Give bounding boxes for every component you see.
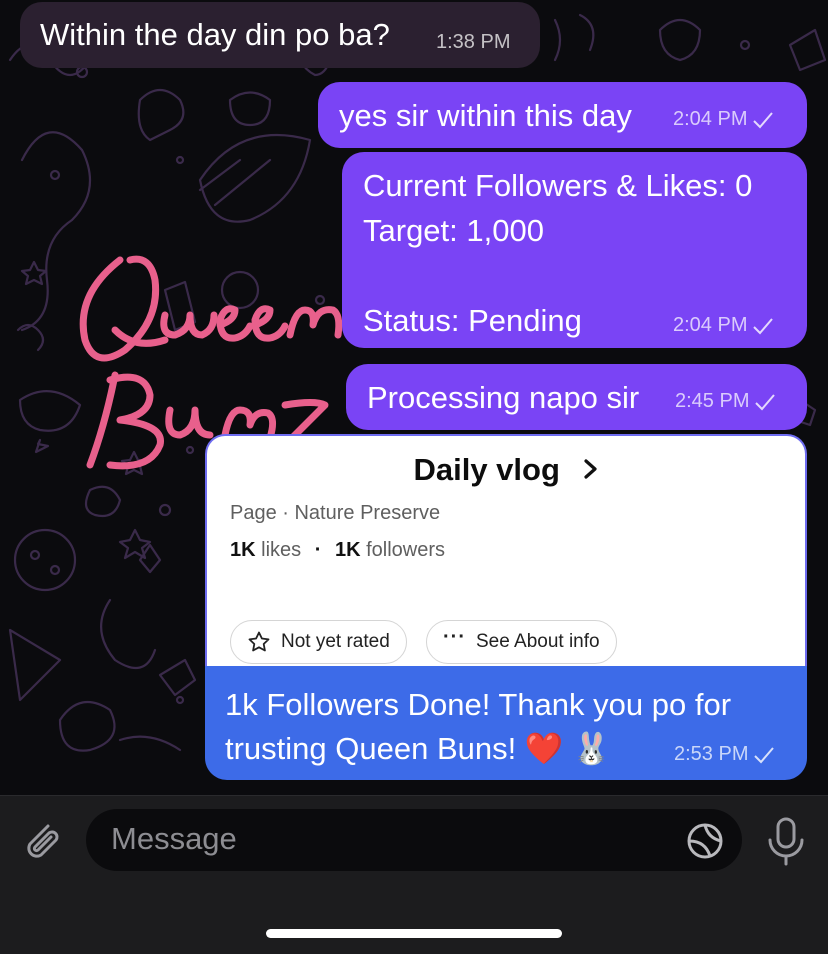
rating-label: Not yet rated [281,631,390,652]
message-placeholder: Message [111,821,237,856]
likes-label: likes [261,539,302,561]
more-dots-icon: ··· [443,625,466,648]
page-stats: 1K likes · 1K followers [230,539,445,562]
check-icon [753,111,774,128]
attach-icon[interactable] [18,816,66,864]
message-text: yes sir within this day [339,98,632,133]
about-label: See About info [475,631,600,652]
message-line: trusting Queen Buns! ❤️ 🐰 [225,731,611,766]
check-icon [754,746,775,763]
message-line: 1k Followers Done! Thank you po for [225,687,732,722]
rating-button[interactable]: Not yet rated [230,620,407,664]
separator-dot: · [314,539,322,561]
chat-background: Within the day din po ba? 1:38 PM yes si… [0,0,828,795]
message-bubble-outgoing[interactable]: yes sir within this day 2:04 PM [318,82,807,148]
check-icon [753,317,774,334]
page-screenshot-card[interactable]: Daily vlog Page · Nature Preserve 1K lik… [205,434,807,666]
microphone-icon[interactable] [762,816,810,866]
check-icon [755,393,776,410]
message-bubble-outgoing[interactable]: 1k Followers Done! Thank you po for trus… [205,666,807,780]
message-composer: Message [0,795,828,954]
page-title-row[interactable]: Daily vlog [207,452,805,488]
page-title: Daily vlog [413,452,560,487]
message-bubble-outgoing[interactable]: Current Followers & Likes: 0 Target: 1,0… [342,152,807,348]
message-time: 2:53 PM [674,743,776,766]
message-time: 2:04 PM [673,314,775,337]
message-input[interactable]: Message [86,809,742,871]
message-bubble-outgoing[interactable]: Processing napo sir 2:45 PM [346,364,807,430]
message-time: 2:45 PM [675,390,777,413]
message-bubble-incoming[interactable]: Within the day din po ba? 1:38 PM [20,2,540,68]
message-text: Within the day din po ba? [40,17,390,52]
see-about-button[interactable]: ··· See About info [426,620,617,664]
message-time: 1:38 PM [436,31,511,53]
message-text: Processing napo sir [367,380,640,415]
message-time: 2:04 PM [673,108,775,131]
message-line: Target: 1,000 [363,213,544,248]
message-line: Status: Pending [363,303,582,338]
followers-count: 1K [334,539,361,561]
followers-label: followers [366,539,446,561]
home-indicator[interactable] [266,929,562,938]
chevron-right-icon [583,452,599,488]
sticker-icon[interactable] [686,822,724,860]
message-line: Current Followers & Likes: 0 [363,168,753,203]
page-category: Page · Nature Preserve [230,502,441,524]
star-icon [248,631,270,652]
likes-count: 1K [230,539,256,561]
